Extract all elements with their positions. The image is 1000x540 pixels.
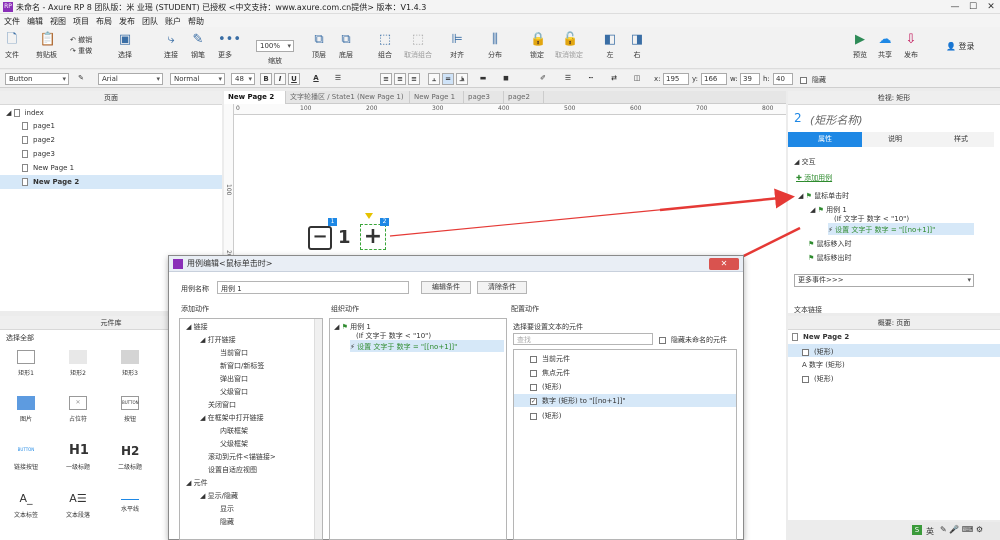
action-item[interactable]: 滚动到元件<锚链接>	[208, 452, 276, 462]
scrollbar[interactable]	[314, 319, 322, 539]
checkmark-icon: ✓	[530, 397, 537, 405]
app-icon	[173, 259, 183, 269]
action-item[interactable]: 设置自适应视图	[208, 465, 257, 475]
case-icon: ⚑	[341, 323, 348, 331]
edit-condition-button[interactable]: 编辑条件	[421, 281, 471, 294]
target-item[interactable]: (矩形)	[530, 382, 561, 392]
case-editor-dialog: 用例编辑<鼠标单击时> ✕ 用例名称 用例 1 编辑条件 清除条件 添加动作 组…	[168, 255, 744, 540]
tray-icons[interactable]: ✎ 🎤 ⌨ ⚙	[940, 525, 983, 534]
action-group[interactable]: ◢ 链接	[186, 322, 208, 332]
action-group[interactable]: ◢ 打开链接	[200, 335, 236, 345]
dialog-title: 用例编辑<鼠标单击时>	[169, 256, 743, 272]
system-tray: S 英 ✎ 🎤 ⌨ ⚙	[910, 522, 1000, 540]
action-item[interactable]: 关闭窗口	[208, 400, 236, 410]
organize-action-tree: ◢ ⚑ 用例 1 (If 文字于 数字 < "10") ⚡ 设置 文字于 数字 …	[329, 318, 507, 540]
arrow-to-event	[659, 188, 795, 212]
add-action-tree: ◢ 链接 ◢ 打开链接 当前窗口 新窗口/新标签 弹出窗口 父级窗口 关闭窗口 …	[179, 318, 323, 540]
action-item[interactable]: 新窗口/新标签	[220, 361, 264, 371]
org-action[interactable]: ⚡ 设置 文字于 数字 = "[[no+1]]"	[350, 340, 504, 352]
hide-unnamed-checkbox[interactable]: 隐藏未命名的元件	[659, 335, 727, 345]
action-item[interactable]: 当前窗口	[220, 348, 248, 358]
clear-condition-button[interactable]: 清除条件	[477, 281, 527, 294]
action-item[interactable]: 内联框架	[220, 426, 248, 436]
action-group[interactable]: ◢ 元件	[186, 478, 208, 488]
target-item-selected[interactable]: ✓ 数字 (矩形) to "[[no+1]]"	[514, 394, 736, 407]
action-group[interactable]: ◢ 显示/隐藏	[200, 491, 238, 501]
search-input[interactable]: 查找	[513, 333, 653, 345]
action-item[interactable]: 弹出窗口	[220, 374, 248, 384]
target-item[interactable]: (矩形)	[530, 411, 561, 421]
target-item[interactable]: 焦点元件	[530, 368, 570, 378]
action-item[interactable]: 父级窗口	[220, 387, 248, 397]
target-item[interactable]: 当前元件	[530, 354, 570, 364]
case-name-input[interactable]: 用例 1	[217, 281, 409, 294]
lightning-icon: ⚡	[350, 343, 355, 351]
ime-language[interactable]: 英	[926, 526, 934, 537]
action-group[interactable]: ◢ 在框架中打开链接	[200, 413, 264, 423]
dialog-close-icon[interactable]: ✕	[709, 258, 739, 270]
action-item[interactable]: 隐藏	[220, 517, 234, 527]
action-item[interactable]: 父级框架	[220, 439, 248, 449]
ime-icon[interactable]: S	[912, 525, 922, 535]
action-item[interactable]: 显示	[220, 504, 234, 514]
target-widget-list: 当前元件 焦点元件 (矩形) ✓ 数字 (矩形) to "[[no+1]]" (矩…	[513, 349, 737, 540]
